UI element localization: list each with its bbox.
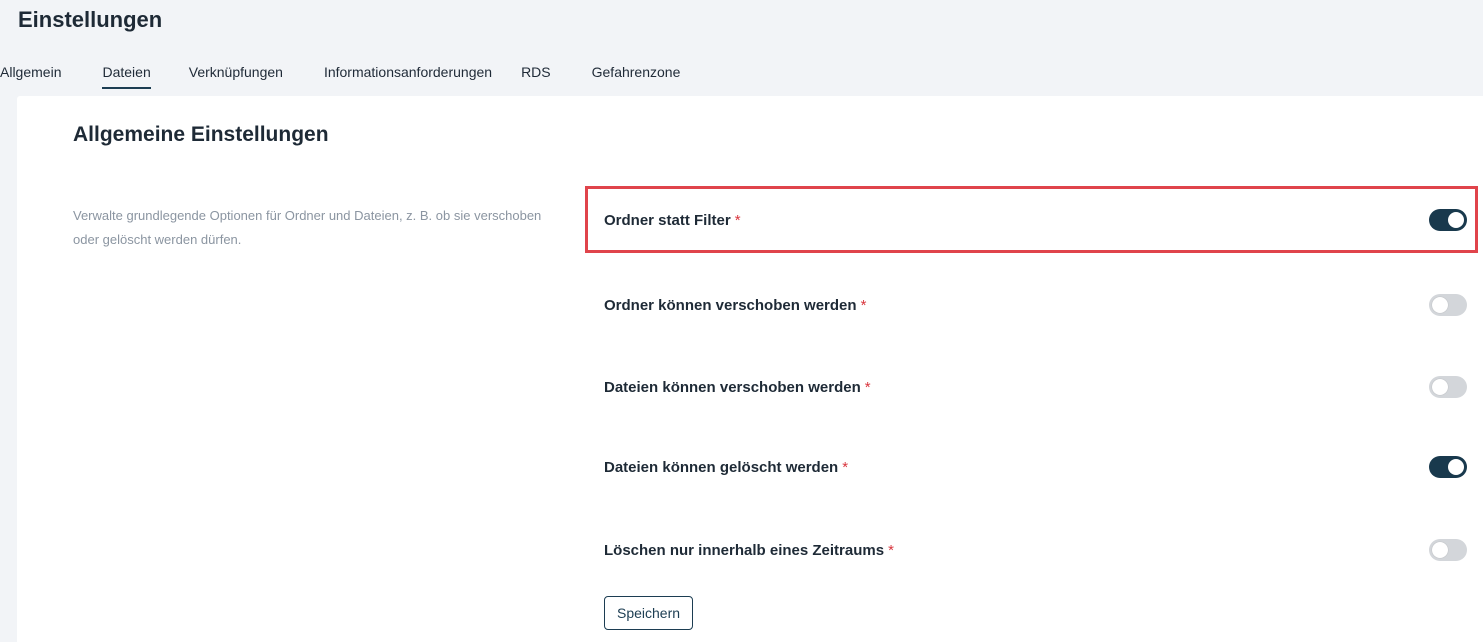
tab-rds[interactable]: RDS [521,58,551,89]
required-marker: * [734,211,741,229]
toggle-knob [1448,212,1464,228]
settings-card: Allgemeine Einstellungen Verwalte grundl… [17,96,1483,642]
tab-dateien[interactable]: Dateien [102,58,151,89]
toggle-dateien-loeschen[interactable] [1429,456,1467,478]
setting-row-dateien-verschieben: Dateien können verschoben werden * [604,367,1467,407]
toggle-knob [1432,379,1448,395]
required-marker: * [864,378,871,396]
section-title: Allgemeine Einstellungen [73,123,329,146]
setting-row-ordner-verschieben: Ordner können verschoben werden * [604,285,1467,325]
toggle-ordner-statt-filter[interactable] [1429,209,1467,231]
toggle-knob [1448,459,1464,475]
setting-label: Ordner können verschoben werden * [604,296,867,314]
setting-label: Dateien können gelöscht werden * [604,458,849,476]
tab-bar: Allgemein Dateien Verknüpfungen Informat… [0,58,721,96]
save-button[interactable]: Speichern [604,596,694,630]
section-description: Verwalte grundlegende Optionen für Ordne… [73,208,542,247]
toggle-knob [1432,542,1448,558]
tab-verknuepfungen[interactable]: Verknüpfungen [189,58,283,89]
toggle-knob [1432,297,1448,313]
setting-label: Dateien können verschoben werden * [604,378,871,396]
setting-row-loeschen-zeitraum: Löschen nur innerhalb eines Zeitraums * [604,530,1467,570]
setting-row-dateien-loeschen: Dateien können gelöscht werden * [604,447,1467,487]
setting-label: Ordner statt Filter * [604,211,741,229]
required-marker: * [842,458,849,476]
setting-label: Löschen nur innerhalb eines Zeitraums * [604,541,894,559]
required-marker: * [888,541,894,559]
toggle-ordner-verschieben[interactable] [1429,294,1467,316]
toggle-dateien-verschieben[interactable] [1429,376,1467,398]
setting-row-ordner-statt-filter: Ordner statt Filter * [604,200,1467,240]
tab-allgemein[interactable]: Allgemein [0,58,61,89]
page-title: Einstellungen [18,7,163,32]
toggle-loeschen-zeitraum[interactable] [1429,539,1467,561]
required-marker: * [860,296,867,314]
tab-informationsanforderungen[interactable]: Informationsanforderungen [324,58,492,89]
tab-gefahrenzone[interactable]: Gefahrenzone [592,58,681,89]
